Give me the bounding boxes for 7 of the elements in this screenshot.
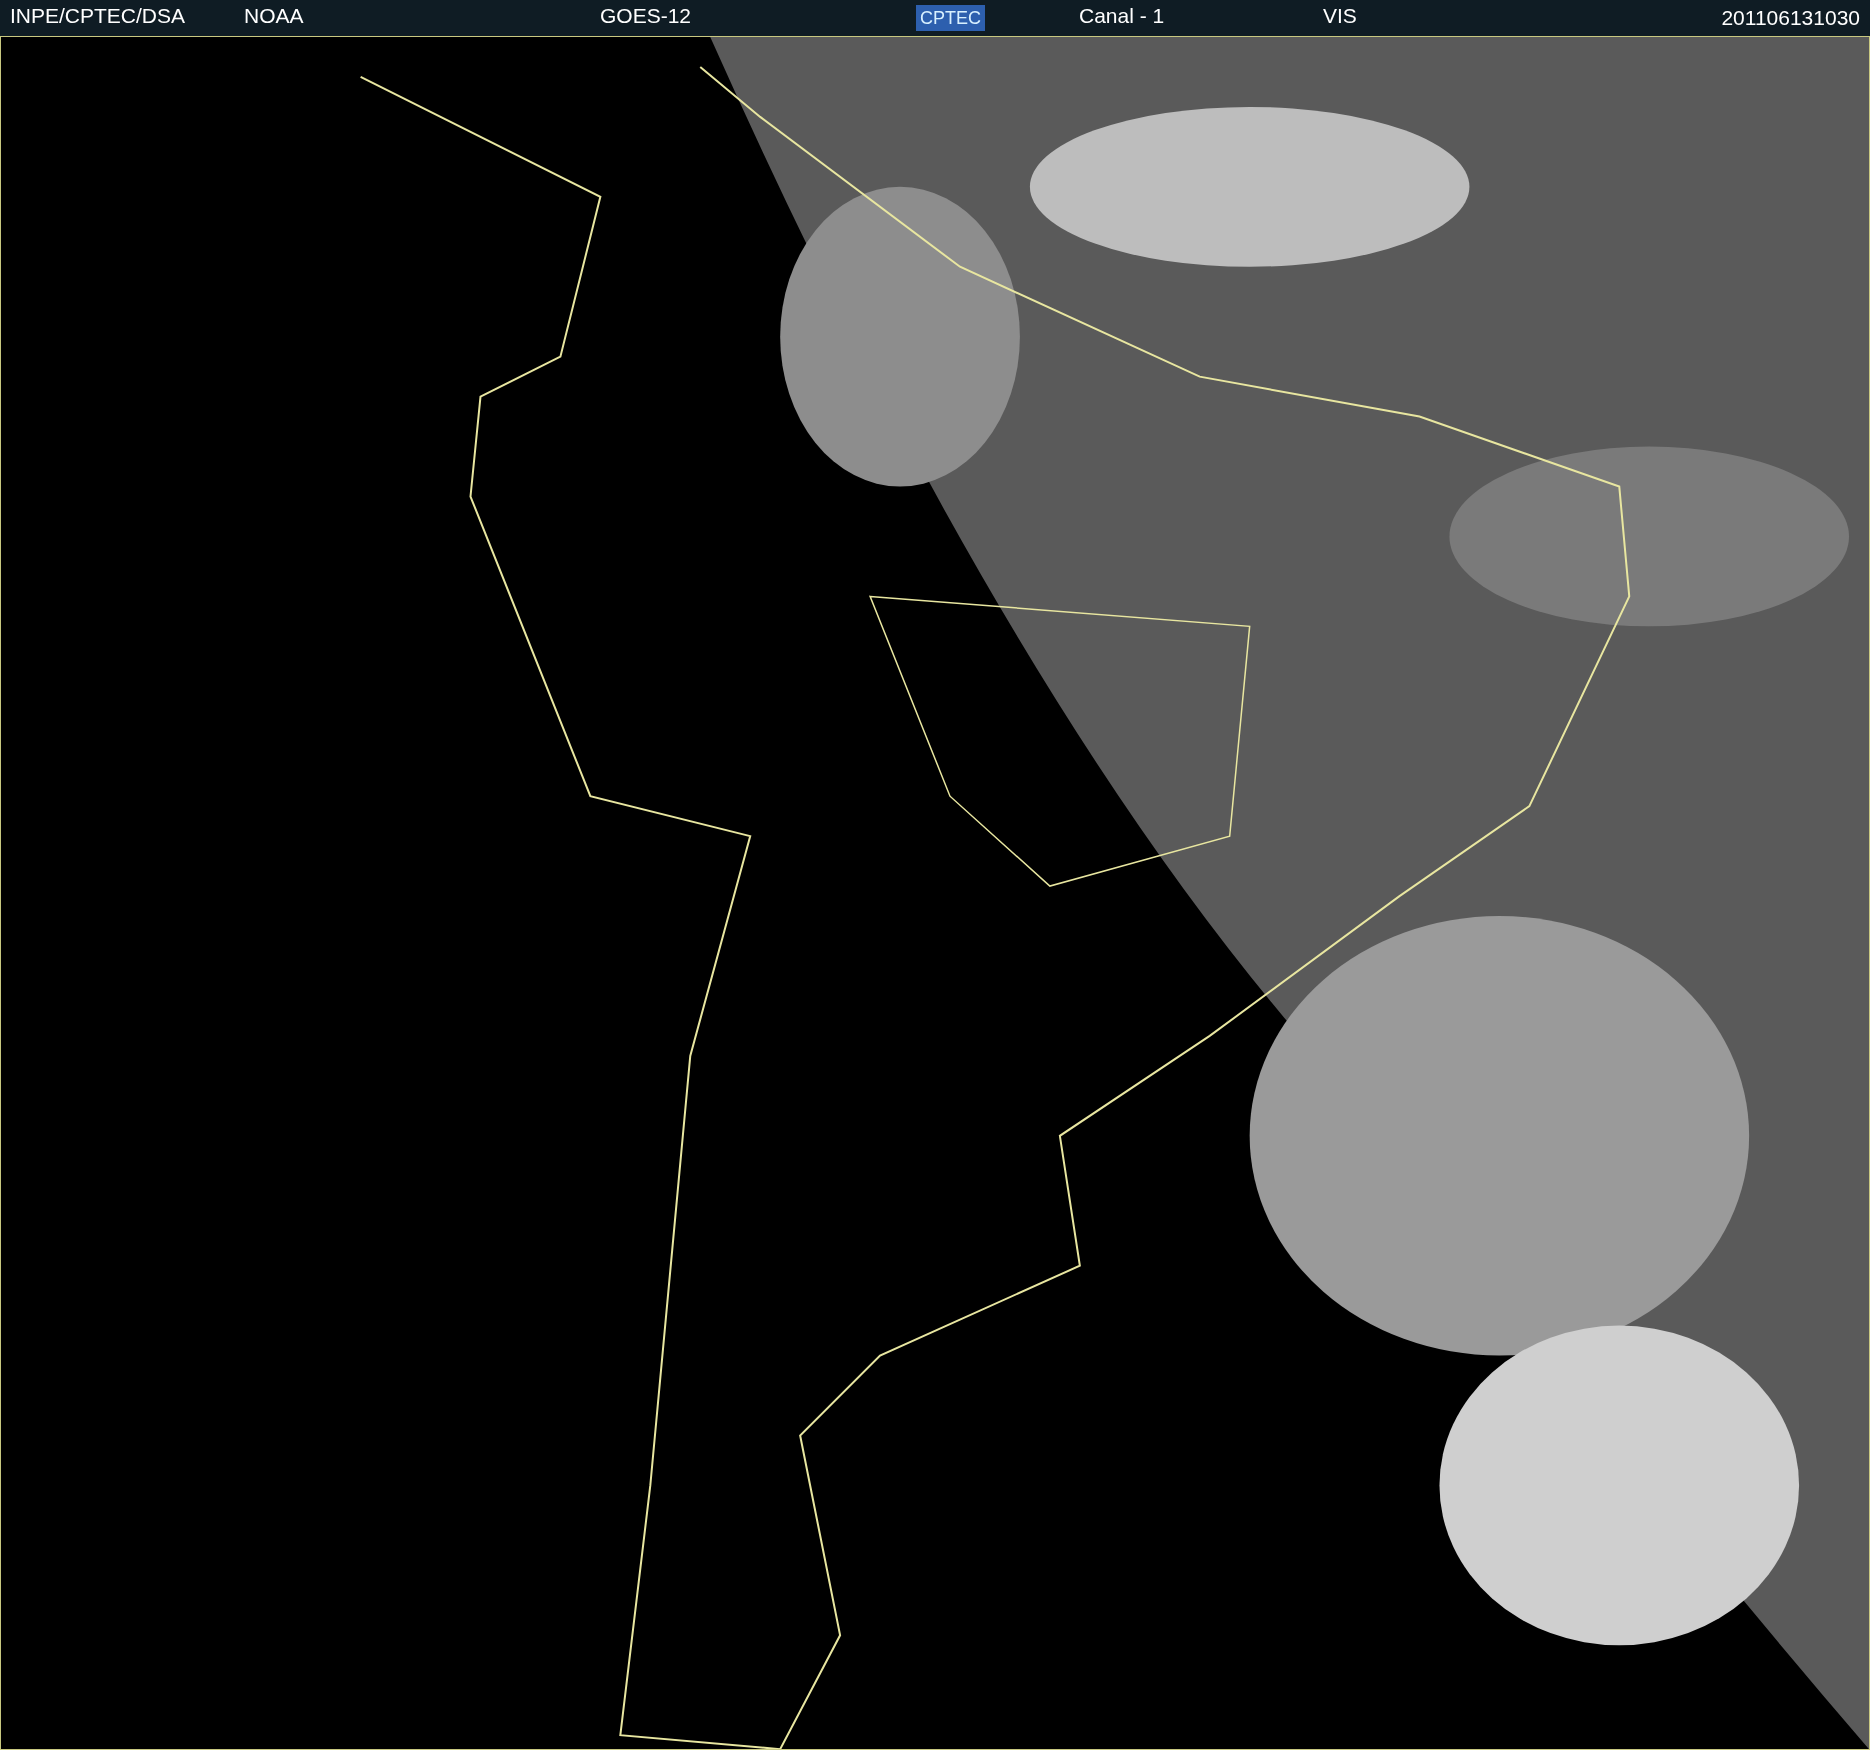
agency-label: NOAA xyxy=(244,4,304,28)
channel-label: Canal - 1 xyxy=(1079,4,1165,28)
source-label: INPE/CPTEC/DSA xyxy=(10,4,186,28)
timestamp-label: 201106131030 xyxy=(1721,7,1860,29)
logo: CPTEC xyxy=(916,4,985,31)
satellite-label: GOES-12 xyxy=(600,4,692,28)
band-label: VIS xyxy=(1323,4,1357,28)
